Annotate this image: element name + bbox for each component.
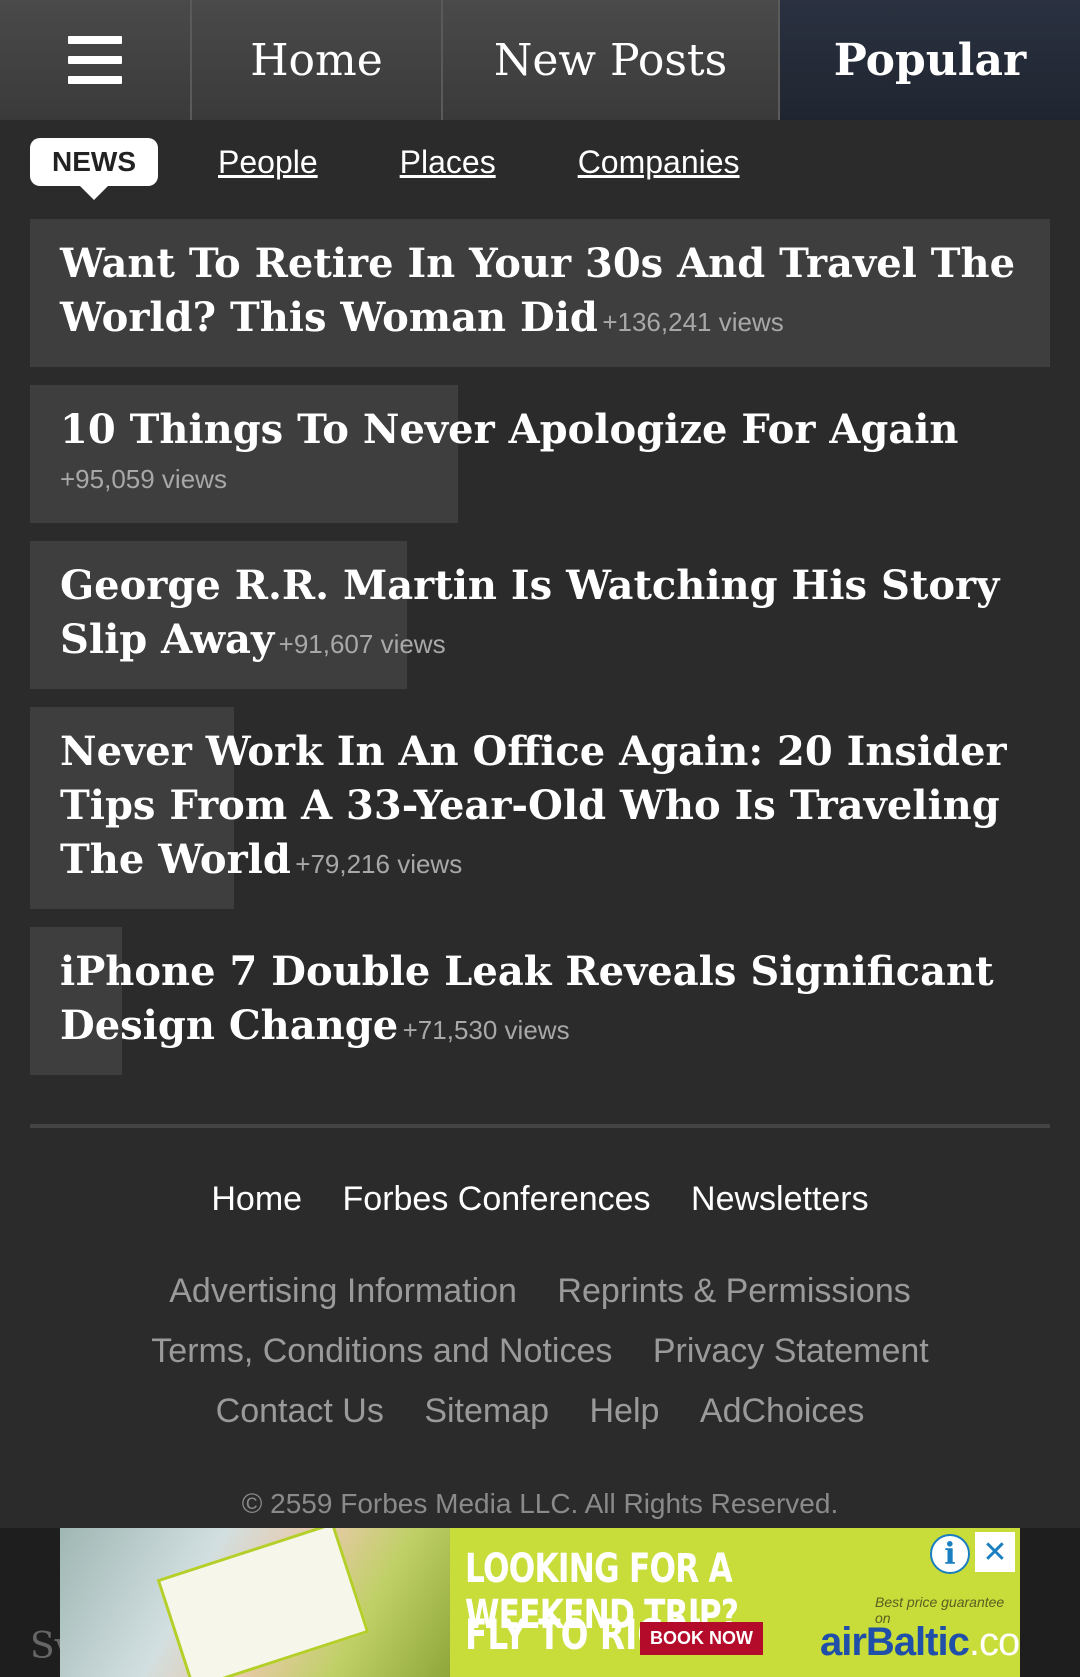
view-count: +71,530 views (402, 1015, 570, 1045)
view-count: +95,059 views (60, 464, 227, 494)
nav-new-posts[interactable]: New Posts (443, 0, 780, 120)
footer-link-sitemap[interactable]: Sitemap (424, 1392, 549, 1430)
list-item[interactable]: Want To Retire In Your 30s And Travel Th… (30, 219, 1050, 367)
menu-button[interactable] (0, 0, 192, 120)
brand-suffix: .com (968, 1620, 1020, 1664)
list-item[interactable]: George R.R. Martin Is Watching His Story… (30, 541, 1050, 689)
footer-link-home[interactable]: Home (211, 1180, 302, 1218)
article-title[interactable]: 10 Things To Never Apologize For Again (60, 406, 959, 453)
category-tabs: NEWS People Places Companies (30, 132, 822, 200)
book-now-button[interactable]: BOOK NOW (640, 1622, 763, 1655)
footer-divider (30, 1124, 1050, 1128)
close-icon[interactable]: ✕ (975, 1532, 1015, 1572)
popular-article-list: Want To Retire In Your 30s And Travel Th… (30, 219, 1050, 1093)
footer-links-row-2: Terms, Conditions and Notices Privacy St… (0, 1332, 1080, 1371)
footer-link-newsletters[interactable]: Newsletters (691, 1180, 869, 1218)
footer-link-advertising[interactable]: Advertising Information (169, 1272, 517, 1310)
ad-brand-logo: airBaltic.com (820, 1620, 1020, 1665)
airbaltic-banner-ad[interactable]: LOOKING FOR A WEEKEND TRIP? FLY TO RIGA!… (60, 1528, 1020, 1677)
footer-link-terms[interactable]: Terms, Conditions and Notices (151, 1332, 612, 1370)
tab-companies[interactable]: Companies (578, 144, 740, 181)
view-count: +79,216 views (295, 849, 463, 879)
footer-link-adchoices[interactable]: AdChoices (700, 1392, 864, 1430)
list-item[interactable]: iPhone 7 Double Leak Reveals Significant… (30, 927, 1050, 1075)
info-icon[interactable]: i (930, 1534, 970, 1574)
footer-link-contact[interactable]: Contact Us (216, 1392, 384, 1430)
footer-link-reprints[interactable]: Reprints & Permissions (557, 1272, 910, 1310)
footer-link-privacy[interactable]: Privacy Statement (653, 1332, 929, 1370)
tab-people[interactable]: People (218, 144, 318, 181)
footer-main-links: Home Forbes Conferences Newsletters (0, 1180, 1080, 1219)
nav-popular[interactable]: Popular (780, 0, 1080, 120)
footer-links-row-3: Contact Us Sitemap Help AdChoices (0, 1392, 1080, 1431)
view-count: +91,607 views (278, 629, 446, 659)
footer-link-help[interactable]: Help (590, 1392, 660, 1430)
view-count: +136,241 views (602, 307, 784, 337)
brand-name: airBaltic (820, 1620, 970, 1664)
footer-link-forbes-conferences[interactable]: Forbes Conferences (343, 1180, 651, 1218)
article-title[interactable]: Want To Retire In Your 30s And Travel Th… (60, 240, 1015, 341)
tab-places[interactable]: Places (400, 144, 496, 181)
tab-news[interactable]: NEWS (30, 138, 158, 200)
hamburger-icon (68, 36, 122, 84)
list-item[interactable]: 10 Things To Never Apologize For Again +… (30, 385, 1050, 523)
nav-home[interactable]: Home (192, 0, 443, 120)
top-navigation: Home New Posts Popular (0, 0, 1080, 120)
article-title[interactable]: Never Work In An Office Again: 20 Inside… (60, 728, 1007, 883)
list-item[interactable]: Never Work In An Office Again: 20 Inside… (30, 707, 1050, 909)
footer-links-row-1: Advertising Information Reprints & Permi… (0, 1272, 1080, 1311)
copyright-text: © 2559 Forbes Media LLC. All Rights Rese… (241, 1488, 839, 1519)
article-title[interactable]: George R.R. Martin Is Watching His Story… (60, 562, 999, 663)
